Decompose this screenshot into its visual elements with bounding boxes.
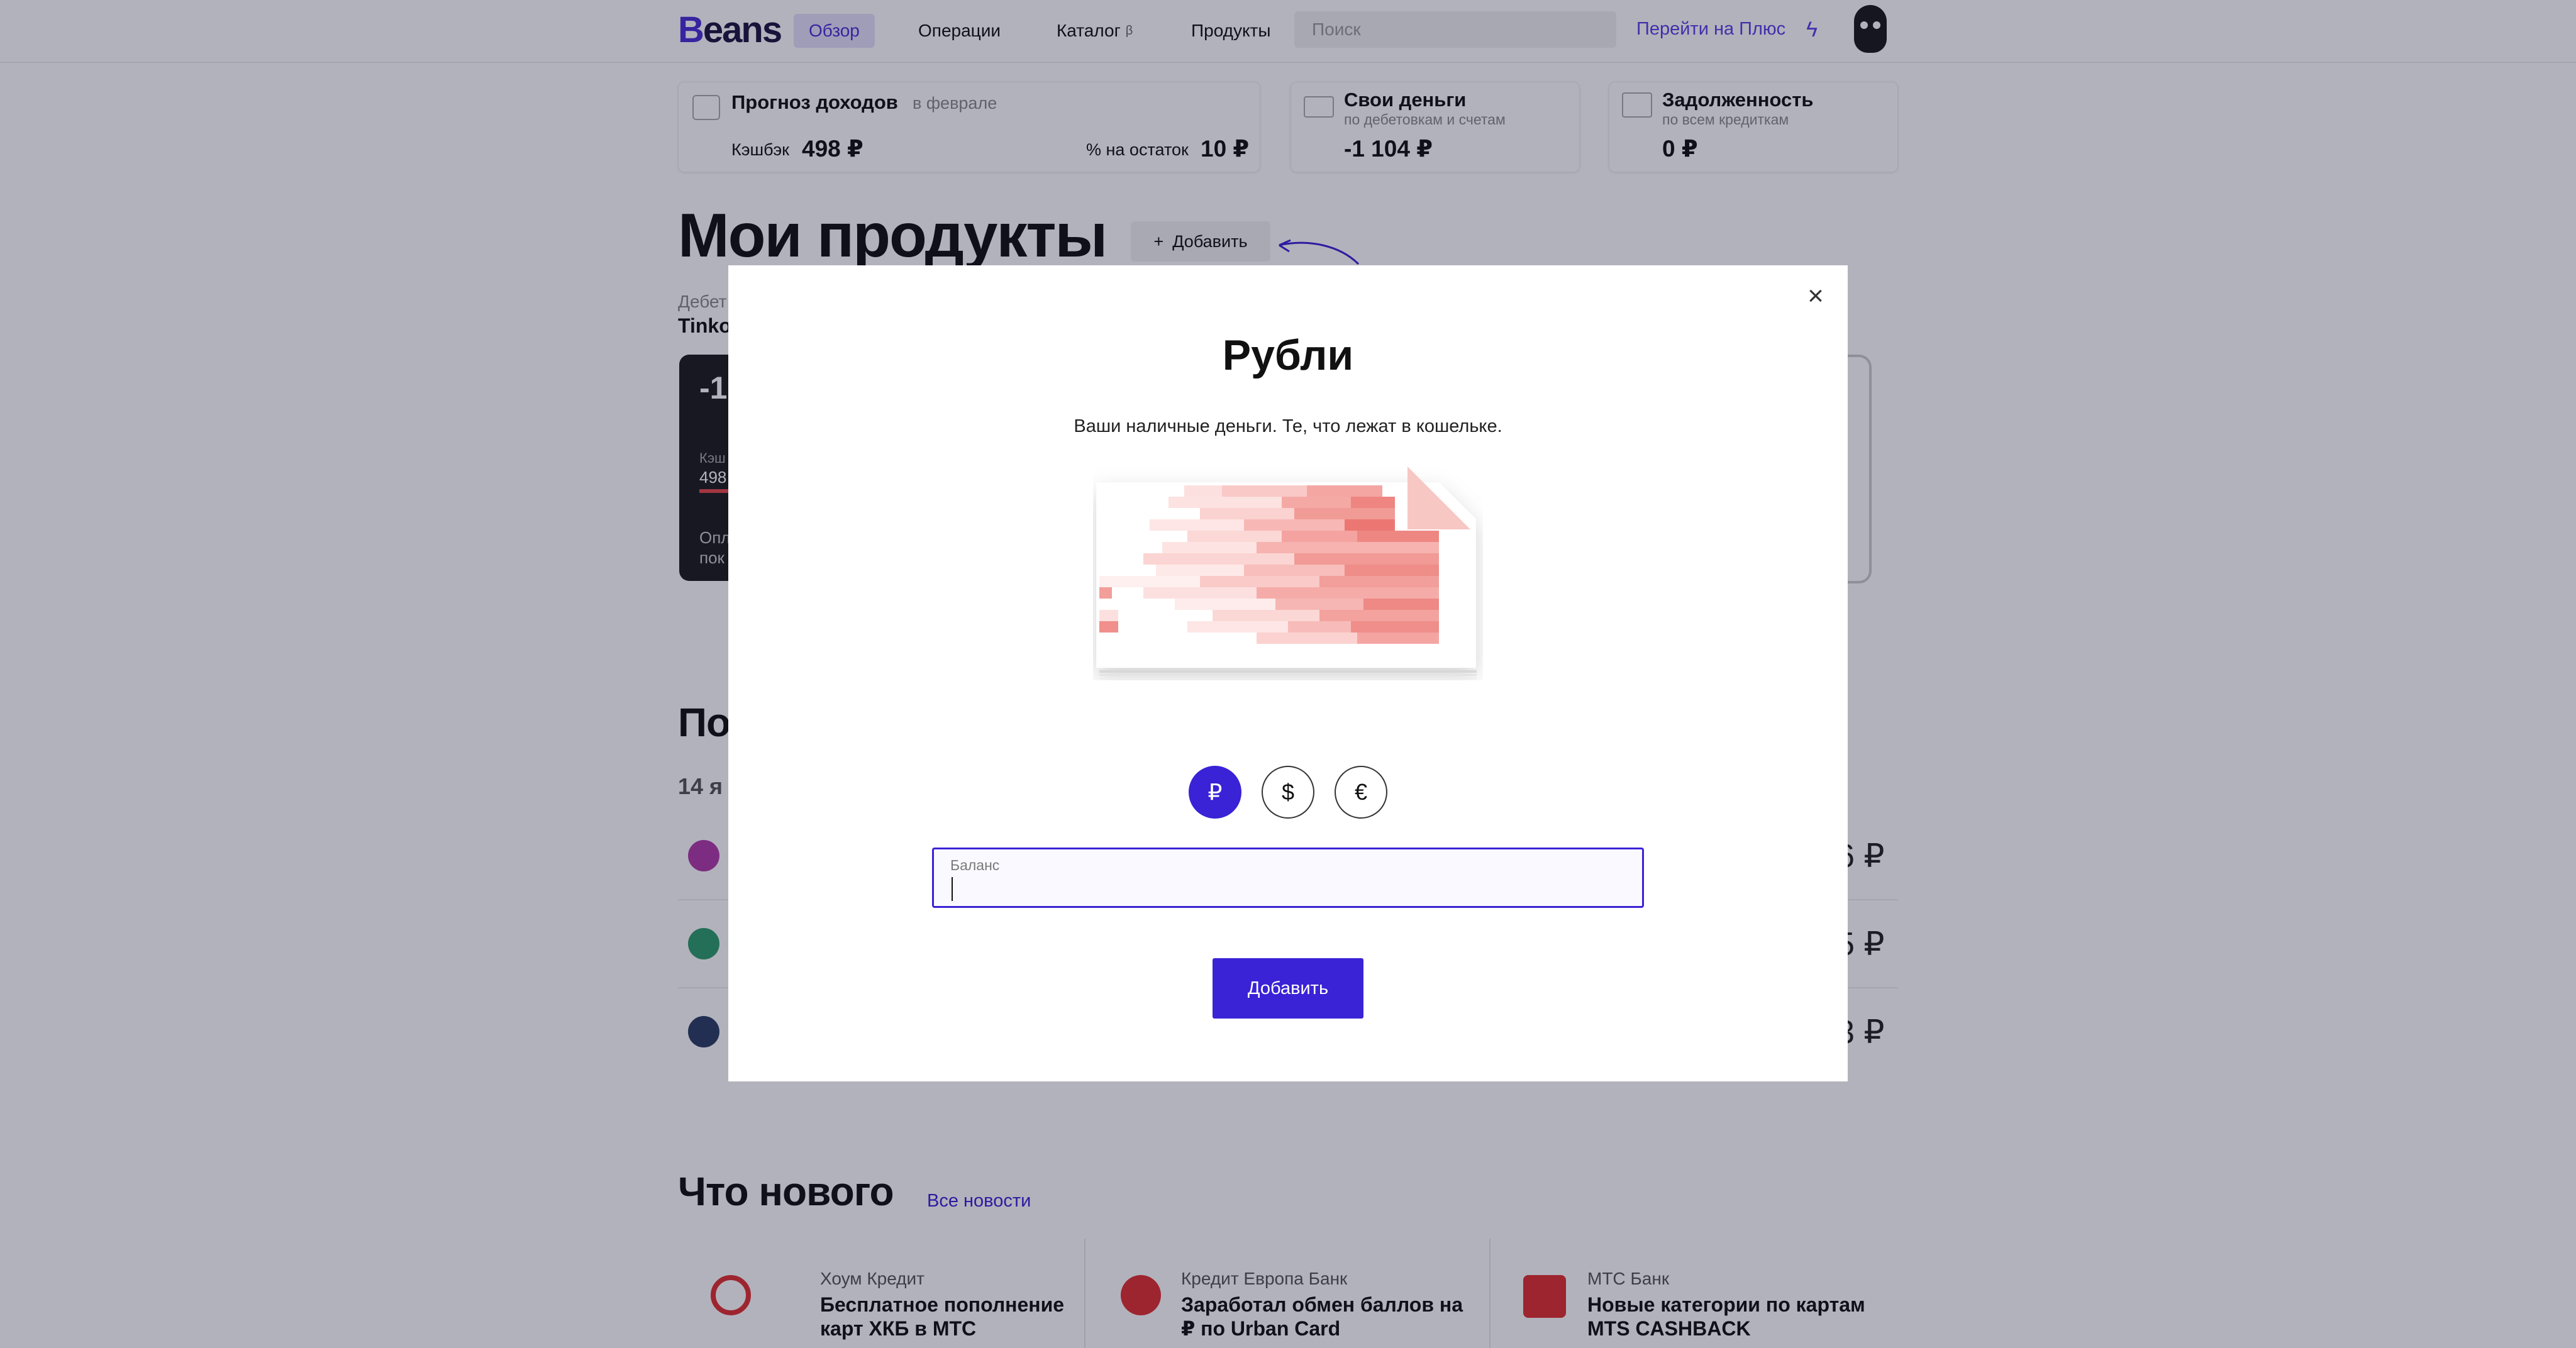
currency-usd-button[interactable]: $ (1262, 766, 1314, 819)
currency-symbol: ₽ (1208, 779, 1223, 805)
currency-rub-button[interactable]: ₽ (1189, 766, 1241, 819)
modal-title: Рубли (1222, 331, 1354, 379)
balance-field[interactable]: Баланс (932, 848, 1644, 908)
add-button[interactable]: Добавить (1213, 958, 1363, 1019)
currency-eur-button[interactable]: € (1335, 766, 1387, 819)
banknote-illustration (1096, 467, 1477, 679)
text-caret (952, 877, 953, 901)
currency-symbol: $ (1281, 779, 1295, 805)
close-icon[interactable]: × (1800, 280, 1831, 312)
balance-input[interactable] (950, 876, 1617, 902)
add-cash-modal: × Рубли Ваши наличные деньги. Те, что ле… (728, 265, 1848, 1081)
modal-description: Ваши наличные деньги. Те, что лежат в ко… (1074, 416, 1502, 436)
balance-label: Баланс (950, 857, 1000, 873)
currency-symbol: € (1354, 779, 1368, 805)
